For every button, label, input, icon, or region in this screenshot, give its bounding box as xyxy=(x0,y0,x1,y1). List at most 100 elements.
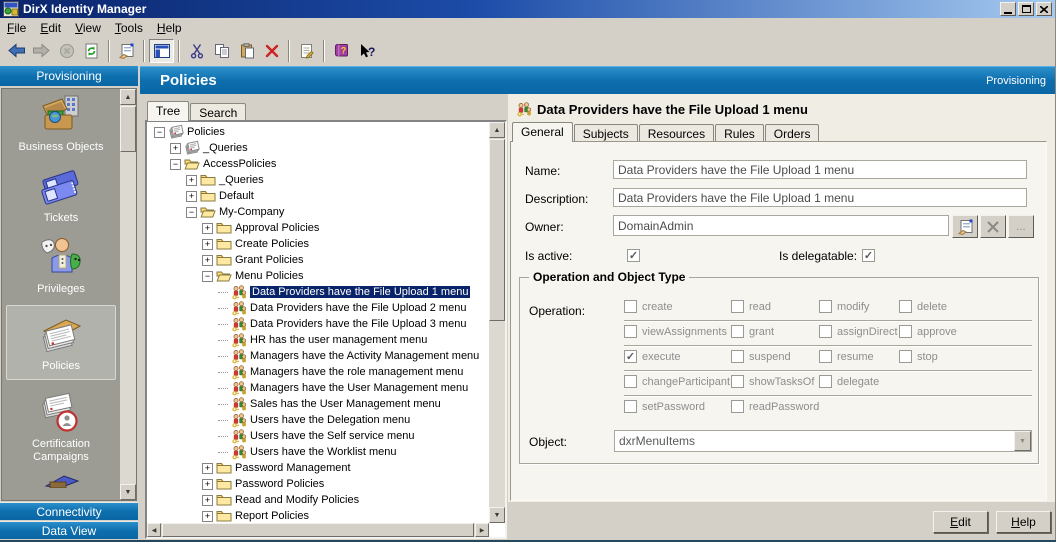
sidebar-item-certification-campaigns[interactable]: Certification Campaigns xyxy=(6,389,116,464)
operation-delegate-checkbox[interactable]: delegate xyxy=(819,375,879,388)
checkbox[interactable] xyxy=(624,375,637,388)
is-delegatable-checkbox[interactable]: ✓ xyxy=(862,249,875,262)
scrollbar-thumb[interactable] xyxy=(162,523,474,537)
scroll-up-icon[interactable]: ▲ xyxy=(489,122,505,138)
checkbox[interactable] xyxy=(819,325,832,338)
tree-row[interactable]: +Grant Policies xyxy=(148,252,489,268)
expand-icon[interactable]: + xyxy=(202,223,213,234)
checkbox[interactable] xyxy=(731,325,744,338)
expand-icon[interactable]: + xyxy=(202,479,213,490)
checkbox[interactable] xyxy=(624,325,637,338)
tree-row[interactable]: Data Providers have the File Upload 1 me… xyxy=(148,284,489,300)
tree-row[interactable]: Managers have the Activity Management me… xyxy=(148,348,489,364)
panel-toggle-button[interactable] xyxy=(149,39,174,63)
collapse-icon[interactable]: − xyxy=(154,127,165,138)
properties-button[interactable] xyxy=(114,39,139,63)
close-button[interactable] xyxy=(1036,2,1052,16)
operation-grant-checkbox[interactable]: grant xyxy=(731,325,774,338)
sidebar-item-business-objects[interactable]: Business Objects xyxy=(6,92,116,154)
checkbox[interactable] xyxy=(731,300,744,313)
collapse-icon[interactable]: − xyxy=(170,159,181,170)
expand-icon[interactable]: + xyxy=(186,175,197,186)
copy-button[interactable] xyxy=(209,39,234,63)
tree-row[interactable]: Users have the Self service menu xyxy=(148,428,489,444)
refresh-button[interactable] xyxy=(79,39,104,63)
checkbox[interactable] xyxy=(624,300,637,313)
checkbox[interactable] xyxy=(819,300,832,313)
owner-browse-button[interactable]: ... xyxy=(1008,215,1034,238)
operation-execute-checkbox[interactable]: ✓execute xyxy=(624,350,681,363)
tree-row[interactable]: +Create Policies xyxy=(148,236,489,252)
operation-resume-checkbox[interactable]: resume xyxy=(819,350,874,363)
tree-row[interactable]: +Password Management xyxy=(148,460,489,476)
tree-row[interactable]: Managers have the role management menu xyxy=(148,364,489,380)
back-button[interactable] xyxy=(4,39,29,63)
tree-row[interactable]: Managers have the User Management menu xyxy=(148,380,489,396)
tree-row[interactable]: −AccessPolicies xyxy=(148,156,489,172)
tree-row[interactable]: +Approval Policies xyxy=(148,220,489,236)
scroll-up-icon[interactable]: ▲ xyxy=(120,89,136,105)
maximize-button[interactable] xyxy=(1018,2,1034,16)
stop-button[interactable] xyxy=(54,39,79,63)
scroll-left-icon[interactable]: ◀ xyxy=(147,523,161,537)
tab-rules[interactable]: Rules xyxy=(715,124,764,142)
collapse-icon[interactable]: − xyxy=(186,207,197,218)
operation-changeparticipant-checkbox[interactable]: changeParticipant xyxy=(624,375,730,388)
checkbox[interactable] xyxy=(731,350,744,363)
operation-viewassignments-checkbox[interactable]: viewAssignments xyxy=(624,325,727,338)
collapse-icon[interactable]: − xyxy=(202,271,213,282)
operation-delete-checkbox[interactable]: delete xyxy=(899,300,947,313)
tab-general[interactable]: General xyxy=(512,122,573,142)
edit-button[interactable]: Edit xyxy=(933,511,988,533)
checkbox[interactable]: ✓ xyxy=(624,350,637,363)
checkbox[interactable] xyxy=(819,350,832,363)
sidebar-item-policies[interactable]: Policies xyxy=(6,305,116,380)
owner-input[interactable] xyxy=(613,215,949,236)
operation-suspend-checkbox[interactable]: suspend xyxy=(731,350,791,363)
sidebar-section-provisioning[interactable]: Provisioning xyxy=(0,66,138,86)
checkbox[interactable] xyxy=(899,325,912,338)
tab-orders[interactable]: Orders xyxy=(765,124,820,142)
tree-vertical-scrollbar[interactable]: ▲ ▼ xyxy=(489,122,505,523)
expand-icon[interactable]: + xyxy=(186,191,197,202)
tab-tree[interactable]: Tree xyxy=(147,101,189,121)
tree-horizontal-scrollbar[interactable]: ◀ ▶ xyxy=(147,523,489,537)
help-button[interactable]: Help xyxy=(996,511,1051,533)
tree-row[interactable]: +_Queries xyxy=(148,140,489,156)
operation-create-checkbox[interactable]: create xyxy=(624,300,673,313)
sidebar-section-connectivity[interactable]: Connectivity xyxy=(0,502,138,520)
checkbox[interactable] xyxy=(819,375,832,388)
sidebar-scrollbar[interactable]: ▲ ▼ xyxy=(120,89,136,500)
tree-row[interactable]: −My-Company xyxy=(148,204,489,220)
checkbox[interactable] xyxy=(731,375,744,388)
scroll-down-icon[interactable]: ▼ xyxy=(489,507,505,523)
is-active-checkbox[interactable]: ✓ xyxy=(627,249,640,262)
scroll-right-icon[interactable]: ▶ xyxy=(475,523,489,537)
cut-button[interactable] xyxy=(184,39,209,63)
menu-help[interactable]: Help xyxy=(150,19,189,37)
tree-row[interactable]: +_Queries xyxy=(148,172,489,188)
scroll-down-icon[interactable]: ▼ xyxy=(120,484,136,500)
tree-row[interactable]: +Report Policies xyxy=(148,508,489,523)
sidebar-item-privileges[interactable]: Privileges xyxy=(6,234,116,296)
scrollbar-thumb[interactable] xyxy=(489,139,505,321)
scrollbar-thumb[interactable] xyxy=(120,106,136,152)
tree-row[interactable]: +Read and Modify Policies xyxy=(148,492,489,508)
tree-row[interactable]: −Policies xyxy=(148,124,489,140)
owner-properties-button[interactable] xyxy=(952,215,978,238)
tree-row[interactable]: Data Providers have the File Upload 2 me… xyxy=(148,300,489,316)
tree-row[interactable]: Users have the Worklist menu xyxy=(148,444,489,460)
description-input[interactable] xyxy=(613,188,1027,207)
checkbox[interactable] xyxy=(899,300,912,313)
tree-row[interactable]: Sales has the User Management menu xyxy=(148,396,489,412)
sidebar-item-tickets[interactable]: Tickets xyxy=(6,163,116,225)
operation-stop-checkbox[interactable]: stop xyxy=(899,350,938,363)
tree-row[interactable]: +Default xyxy=(148,188,489,204)
tab-search[interactable]: Search xyxy=(190,103,246,121)
forward-button[interactable] xyxy=(29,39,54,63)
context-help-button[interactable]: ? xyxy=(354,39,379,63)
menu-tools[interactable]: Tools xyxy=(108,19,150,37)
minimize-button[interactable] xyxy=(1000,2,1016,16)
checkbox[interactable] xyxy=(624,400,637,413)
checkbox[interactable] xyxy=(731,400,744,413)
